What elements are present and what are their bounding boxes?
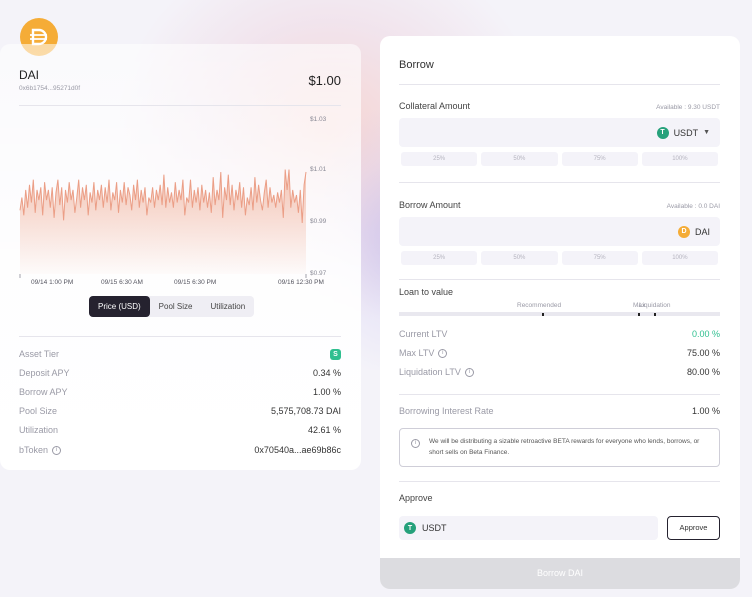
stat-btoken: bToken i 0x70540a...ae69b86c bbox=[19, 444, 341, 456]
liquidation-ltv-key: Liquidation LTV i bbox=[399, 367, 474, 377]
approve-token-label: USDT bbox=[422, 523, 447, 533]
divider bbox=[399, 84, 720, 85]
interest-rate-value: 1.00 % bbox=[691, 406, 720, 416]
borrow-percent-options: 25% 50% 75% 100% bbox=[401, 251, 718, 265]
approve-title: Approve bbox=[399, 493, 433, 503]
info-icon[interactable]: i bbox=[52, 445, 62, 455]
borrow-panel: Borrow Collateral Amount Available : 9.3… bbox=[380, 36, 740, 589]
btoken-label: bToken bbox=[19, 445, 49, 455]
borrow-token-label: DAI bbox=[694, 226, 710, 237]
asset-info-panel: DAI 0x6b1754...95271d0f $1.00 $1.03 $1.01… bbox=[0, 44, 361, 470]
tether-icon: T bbox=[404, 522, 416, 534]
stat-deposit-apy: Deposit APY 0.34 % bbox=[19, 367, 341, 379]
stat-label: Deposit APY bbox=[19, 368, 70, 378]
y-tick-label: $1.03 bbox=[310, 116, 327, 123]
stat-borrow-apy: Borrow APY 1.00 % bbox=[19, 386, 341, 398]
collateral-amount-input[interactable]: T USDT ▼ bbox=[399, 118, 720, 147]
liquidation-ltv-value: 80.00 % bbox=[686, 367, 720, 377]
percent-25-button[interactable]: 25% bbox=[401, 152, 478, 166]
btoken-address[interactable]: 0x70540a...ae69b86c bbox=[254, 445, 341, 455]
stat-asset-tier: Asset Tier S bbox=[19, 348, 341, 360]
percent-100-button[interactable]: 100% bbox=[641, 152, 718, 166]
max-ltv-row: Max LTV i 75.00 % bbox=[399, 347, 720, 359]
info-icon: i bbox=[411, 439, 420, 448]
collateral-percent-options: 25% 50% 75% 100% bbox=[401, 152, 718, 166]
tether-icon: T bbox=[656, 126, 669, 139]
current-ltv-label: Current LTV bbox=[399, 329, 448, 339]
ltv-liquidation-label: Liquidation bbox=[639, 302, 671, 309]
stat-label: Borrow APY bbox=[19, 387, 68, 397]
borrow-token: D DAI bbox=[677, 217, 710, 246]
percent-100-button[interactable]: 100% bbox=[641, 251, 718, 265]
percent-75-button[interactable]: 75% bbox=[561, 251, 638, 265]
ltv-liquidation-tick bbox=[654, 313, 656, 316]
max-ltv-label: Max LTV bbox=[399, 348, 435, 358]
rewards-notice: i We will be distributing a sizable retr… bbox=[399, 428, 720, 467]
liquidation-ltv-label: Liquidation LTV bbox=[399, 367, 461, 377]
y-tick-label: $0.99 bbox=[310, 218, 327, 225]
tier-badge: S bbox=[330, 348, 341, 360]
panel-title: Borrow bbox=[399, 59, 434, 71]
stat-value: 42.61 % bbox=[307, 425, 341, 435]
stat-label: bToken i bbox=[19, 445, 62, 455]
stat-pool-size: Pool Size 5,575,708.73 DAI bbox=[19, 405, 341, 417]
stat-label: Utilization bbox=[19, 425, 59, 435]
current-ltv-value: 0.00 % bbox=[691, 329, 720, 339]
stat-utilization: Utilization 42.61 % bbox=[19, 424, 341, 436]
ltv-bar bbox=[399, 312, 720, 316]
chevron-down-icon: ▼ bbox=[703, 129, 710, 136]
divider bbox=[399, 279, 720, 280]
approve-button[interactable]: Approve bbox=[667, 516, 720, 540]
stat-value: 5,575,708.73 DAI bbox=[270, 406, 341, 416]
tab-utilization[interactable]: Utilization bbox=[201, 296, 254, 317]
borrow-amount-label: Borrow Amount bbox=[399, 200, 461, 210]
tab-price-usd[interactable]: Price (USD) bbox=[89, 296, 150, 317]
approve-token-field: T USDT bbox=[399, 516, 658, 540]
percent-25-button[interactable]: 25% bbox=[401, 251, 478, 265]
ltv-recommended-label: Recommended bbox=[517, 302, 562, 309]
liquidation-ltv-row: Liquidation LTV i 80.00 % bbox=[399, 366, 720, 378]
percent-50-button[interactable]: 50% bbox=[481, 251, 558, 265]
x-tick-label: 09/15 6:30 PM bbox=[174, 279, 216, 286]
x-tick-label: 09/16 12:30 PM bbox=[278, 279, 324, 286]
info-icon[interactable]: i bbox=[438, 348, 448, 358]
collateral-label: Collateral Amount bbox=[399, 101, 471, 111]
stat-value: 0.34 % bbox=[312, 368, 341, 378]
divider bbox=[399, 182, 720, 183]
max-ltv-key: Max LTV i bbox=[399, 348, 448, 358]
y-tick-label: $1.01 bbox=[310, 166, 327, 173]
ltv-title: Loan to value bbox=[399, 287, 454, 297]
divider bbox=[399, 394, 720, 395]
borrow-submit-button[interactable]: Borrow DAI bbox=[380, 558, 740, 589]
x-tick-label: 09/14 1:00 PM bbox=[31, 279, 73, 286]
ltv-max-tick bbox=[638, 313, 640, 316]
max-ltv-value: 75.00 % bbox=[686, 348, 720, 358]
ltv-recommended-tick bbox=[542, 313, 544, 316]
divider bbox=[19, 336, 341, 337]
borrow-available: Available : 0.0 DAI bbox=[666, 203, 720, 210]
tab-pool-size[interactable]: Pool Size bbox=[150, 296, 202, 317]
price-chart[interactable]: $1.03 $1.01 $0.99 $0.97 09/14 1:00 PM 09/15 6… bbox=[0, 44, 361, 294]
y-tick-label: $0.97 bbox=[310, 270, 327, 277]
stat-value: 1.00 % bbox=[312, 387, 341, 397]
x-tick-label: 09/15 6:30 AM bbox=[101, 279, 143, 286]
stat-label: Asset Tier bbox=[19, 349, 60, 359]
percent-50-button[interactable]: 50% bbox=[481, 152, 558, 166]
collateral-token-label: USDT bbox=[673, 127, 699, 138]
collateral-available: Available : 9.30 USDT bbox=[656, 104, 720, 111]
interest-rate-label: Borrowing Interest Rate bbox=[399, 406, 494, 416]
dai-icon: D bbox=[677, 225, 690, 238]
current-ltv-row: Current LTV 0.00 % bbox=[399, 328, 720, 340]
borrow-amount-input[interactable]: D DAI bbox=[399, 217, 720, 246]
chart-tabs: Price (USD) Pool Size Utilization bbox=[89, 296, 255, 317]
notice-text: We will be distributing a sizable retroa… bbox=[429, 438, 700, 456]
info-icon[interactable]: i bbox=[464, 367, 474, 377]
percent-75-button[interactable]: 75% bbox=[561, 152, 638, 166]
collateral-token-select[interactable]: T USDT ▼ bbox=[656, 118, 710, 147]
stat-label: Pool Size bbox=[19, 406, 58, 416]
divider bbox=[399, 481, 720, 482]
interest-rate-row: Borrowing Interest Rate 1.00 % bbox=[399, 405, 720, 417]
